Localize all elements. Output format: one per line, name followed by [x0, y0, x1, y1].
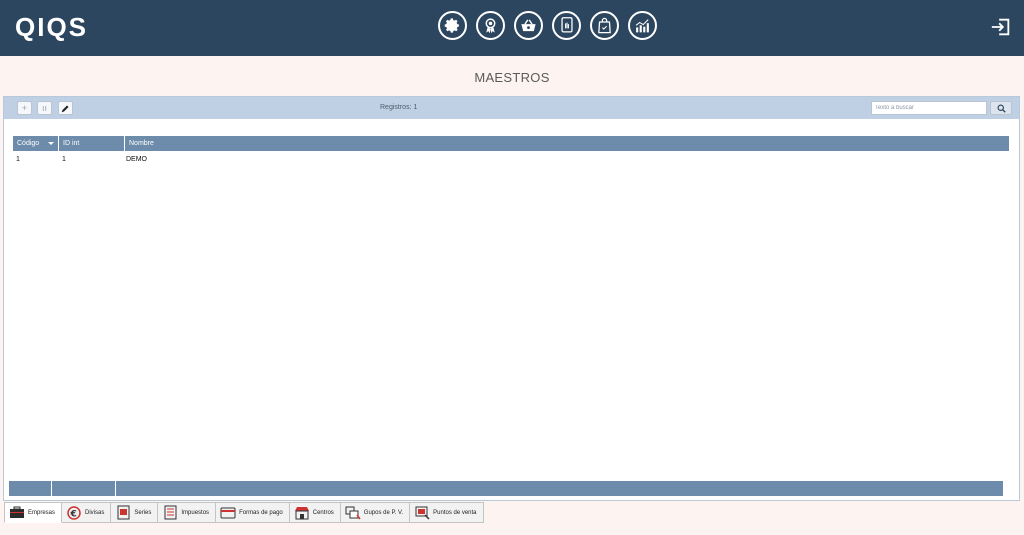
column-header-id-int[interactable]: ID int [59, 136, 125, 151]
tab-label: Formas de pago [239, 509, 283, 516]
edit-button[interactable] [58, 101, 73, 115]
maestros-panel: + ıı Registros: 1 Código ID int Nombre 1… [3, 96, 1020, 501]
maestros-tabs: Empresas € Divisas Series Impuestos Form… [4, 502, 484, 523]
tab-label: Impuestos [181, 509, 210, 516]
tab-divisas[interactable]: € Divisas [62, 502, 112, 523]
tab-series[interactable]: Series [111, 502, 159, 523]
settings-gear-icon[interactable] [438, 11, 467, 40]
column-header-nombre[interactable]: Nombre [125, 136, 1009, 151]
tab-label: Centros [312, 509, 334, 516]
top-bar: QIQS [0, 0, 1024, 56]
add-button[interactable]: + [17, 101, 32, 115]
shopping-bag-icon[interactable] [590, 11, 619, 40]
tax-document-icon [162, 505, 178, 521]
search-button[interactable] [990, 101, 1012, 115]
euro-icon: € [66, 505, 82, 521]
cell-codigo: 1 [16, 156, 20, 163]
analytics-icon[interactable] [628, 11, 657, 40]
pos-group-icon [345, 505, 361, 521]
touch-terminal-icon[interactable] [552, 11, 581, 40]
main-navigation [438, 11, 657, 40]
pencil-icon [61, 105, 69, 113]
grid-toolbar: + ıı Registros: 1 [4, 97, 1019, 119]
tab-label: Series [134, 509, 152, 516]
award-badge-icon[interactable] [476, 11, 505, 40]
tab-impuestos[interactable]: Impuestos [158, 502, 217, 523]
basket-icon[interactable] [514, 11, 543, 40]
column-header-label: Código [17, 140, 40, 147]
tab-label: Empresas [28, 509, 56, 516]
footer-divider [115, 481, 116, 496]
grid-header: Código ID int Nombre [13, 136, 1009, 151]
column-header-codigo[interactable]: Código [13, 136, 59, 151]
grid-footer [9, 481, 1003, 496]
tab-grupos-de-pv[interactable]: Gupos de P. V. [340, 502, 411, 523]
qiqs-logo[interactable]: QIQS [15, 12, 99, 42]
footer-divider [51, 481, 52, 496]
record-count: Registros: 1 [380, 104, 418, 111]
credit-card-icon [220, 505, 236, 521]
cell-nombre: DEMO [126, 156, 147, 163]
svg-text:€: € [70, 509, 77, 519]
tab-label: Divisas [85, 509, 105, 516]
tab-empresas[interactable]: Empresas [4, 502, 63, 523]
delete-button[interactable]: ıı [37, 101, 52, 115]
svg-text:QIQS: QIQS [15, 12, 88, 42]
search-input[interactable] [871, 101, 987, 115]
column-header-label: Nombre [129, 140, 154, 147]
tab-centros[interactable]: Centros [289, 502, 341, 523]
column-header-label: ID int [63, 140, 80, 147]
tab-label: Gupos de P. V. [363, 509, 404, 516]
search-icon [997, 104, 1006, 113]
tab-formas-de-pago[interactable]: Formas de pago [216, 502, 290, 523]
series-book-icon [115, 505, 131, 521]
store-icon [294, 505, 310, 521]
tab-puntos-de-venta[interactable]: Puntos de venta [410, 502, 484, 523]
point-of-sale-icon [414, 505, 430, 521]
sign-out-icon[interactable] [990, 16, 1012, 38]
sort-descending-icon[interactable] [48, 142, 54, 145]
page-title: MAESTROS [474, 70, 550, 85]
briefcase-icon [9, 505, 25, 521]
tab-label: Puntos de venta [433, 509, 477, 516]
cell-id-int: 1 [62, 156, 66, 163]
table-row[interactable]: 1 1 DEMO [13, 153, 1009, 166]
